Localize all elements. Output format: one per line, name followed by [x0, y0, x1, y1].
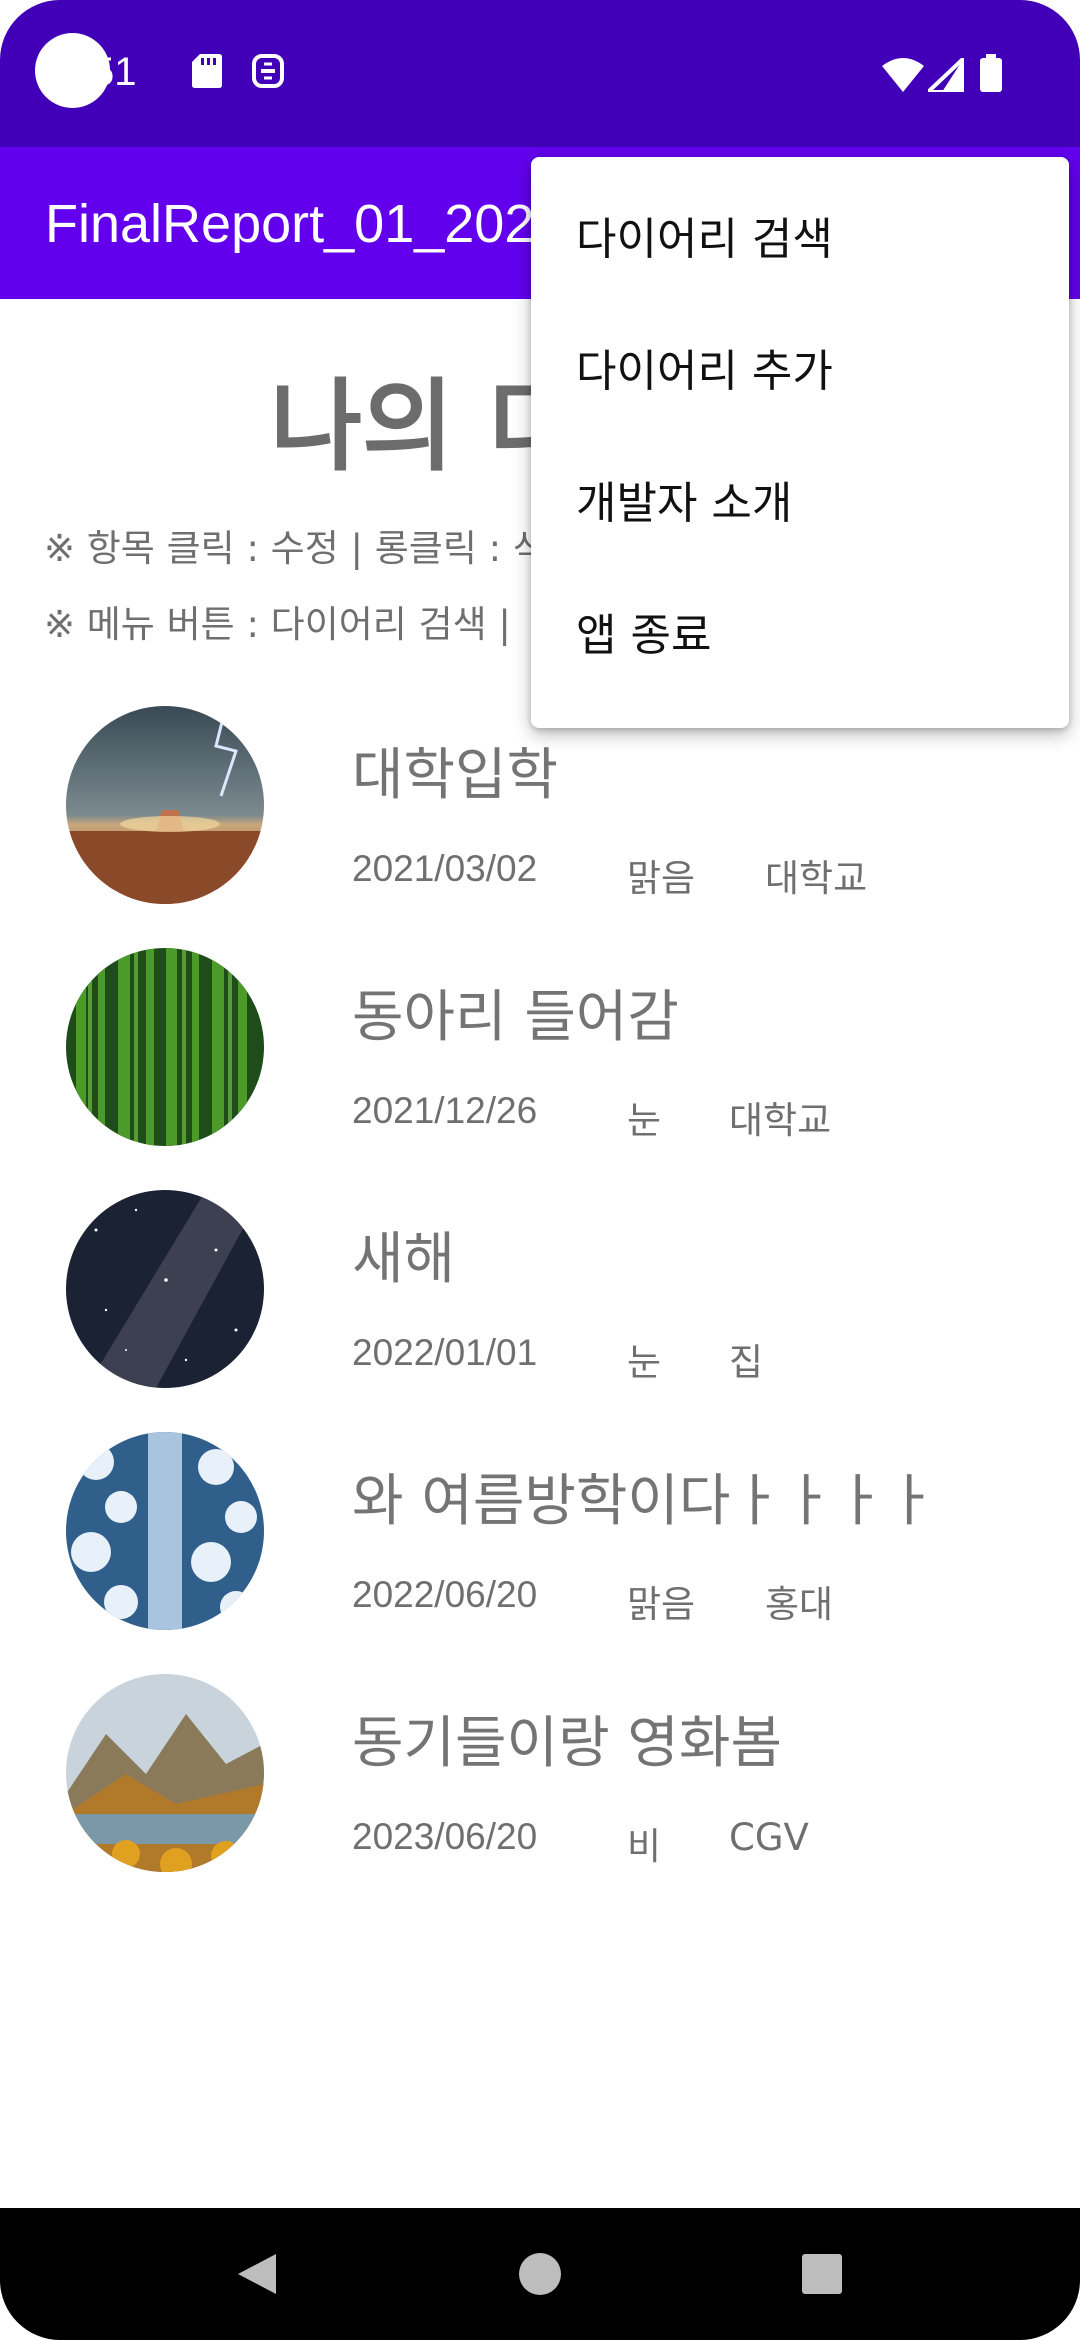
menu-item-developer-info[interactable]: 개발자 소개 [531, 438, 1069, 570]
diary-list-item[interactable]: 대학입학 2021/03/02 맑음 대학교 [0, 700, 1080, 904]
diary-place: 대학교 [729, 1099, 832, 1142]
status-bar: 51 [0, 0, 1080, 147]
diary-place: 집 [729, 1341, 764, 1384]
menu-item-search-diary[interactable]: 다이어리 검색 [531, 174, 1069, 306]
diary-date: 2022/06/20 [352, 1574, 538, 1615]
navigation-bar [0, 2208, 1080, 2340]
back-button[interactable] [188, 2208, 328, 2340]
diary-list-item[interactable]: 동아리 들어감 2021/12/26 눈 대학교 [0, 942, 1080, 1146]
diary-thumbnail [66, 706, 264, 904]
diary-thumbnail [66, 1674, 264, 1872]
diary-title: 대학입학 [352, 743, 559, 808]
home-button[interactable] [470, 2208, 610, 2340]
recents-icon [802, 2254, 842, 2294]
sync-icon [252, 54, 284, 92]
diary-list-item[interactable]: 새해 2022/01/01 눈 집 [0, 1184, 1080, 1388]
diary-thumbnail [66, 1190, 264, 1388]
diary-title: 새해 [352, 1227, 456, 1292]
diary-date: 2021/03/02 [352, 848, 538, 889]
diary-thumbnail [66, 948, 264, 1146]
diary-weather: 맑음 [627, 857, 696, 900]
menu-item-add-diary[interactable]: 다이어리 추가 [531, 306, 1069, 438]
diary-place: 홍대 [765, 1583, 834, 1626]
recents-button[interactable] [752, 2208, 892, 2340]
status-time: 51 [92, 50, 137, 94]
diary-weather: 비 [627, 1825, 662, 1868]
diary-date: 2023/06/20 [352, 1816, 538, 1857]
diary-place: CGV [729, 1816, 809, 1859]
home-icon [519, 2253, 561, 2295]
phone-screen: 51 FinalReport_01_202 나의 다 ※ 항목 클릭 : 수정 … [0, 0, 1080, 2340]
menu-item-exit-app[interactable]: 앱 종료 [531, 570, 1069, 702]
wifi-icon [882, 58, 924, 96]
diary-weather: 맑음 [627, 1583, 696, 1626]
diary-date: 2021/12/26 [352, 1090, 538, 1131]
diary-list-item[interactable]: 와 여름방학이다ㅏㅏㅏㅏ 2022/06/20 맑음 홍대 [0, 1426, 1080, 1630]
diary-list-item[interactable]: 동기들이랑 영화봄 2023/06/20 비 CGV [0, 1668, 1080, 1872]
battery-icon [980, 54, 1002, 96]
diary-title: 동기들이랑 영화봄 [352, 1711, 782, 1776]
diary-thumbnail [66, 1432, 264, 1630]
app-title: FinalReport_01_202 [45, 194, 535, 254]
overflow-menu: 다이어리 검색 다이어리 추가 개발자 소개 앱 종료 [531, 157, 1069, 728]
diary-title: 와 여름방학이다ㅏㅏㅏㅏ [352, 1469, 937, 1534]
diary-weather: 눈 [627, 1341, 662, 1384]
diary-date: 2022/01/01 [352, 1332, 538, 1373]
back-icon [238, 2254, 276, 2294]
signal-icon [922, 53, 966, 96]
diary-place: 대학교 [765, 857, 868, 900]
diary-weather: 눈 [627, 1099, 662, 1142]
diary-title: 동아리 들어감 [352, 985, 679, 1050]
hint-text-click: ※ 항목 클릭 : 수정 | 롱클릭 : 삭 [44, 527, 547, 570]
sd-card-icon [192, 54, 222, 92]
hint-text-menu: ※ 메뉴 버튼 : 다이어리 검색 | [44, 603, 511, 646]
